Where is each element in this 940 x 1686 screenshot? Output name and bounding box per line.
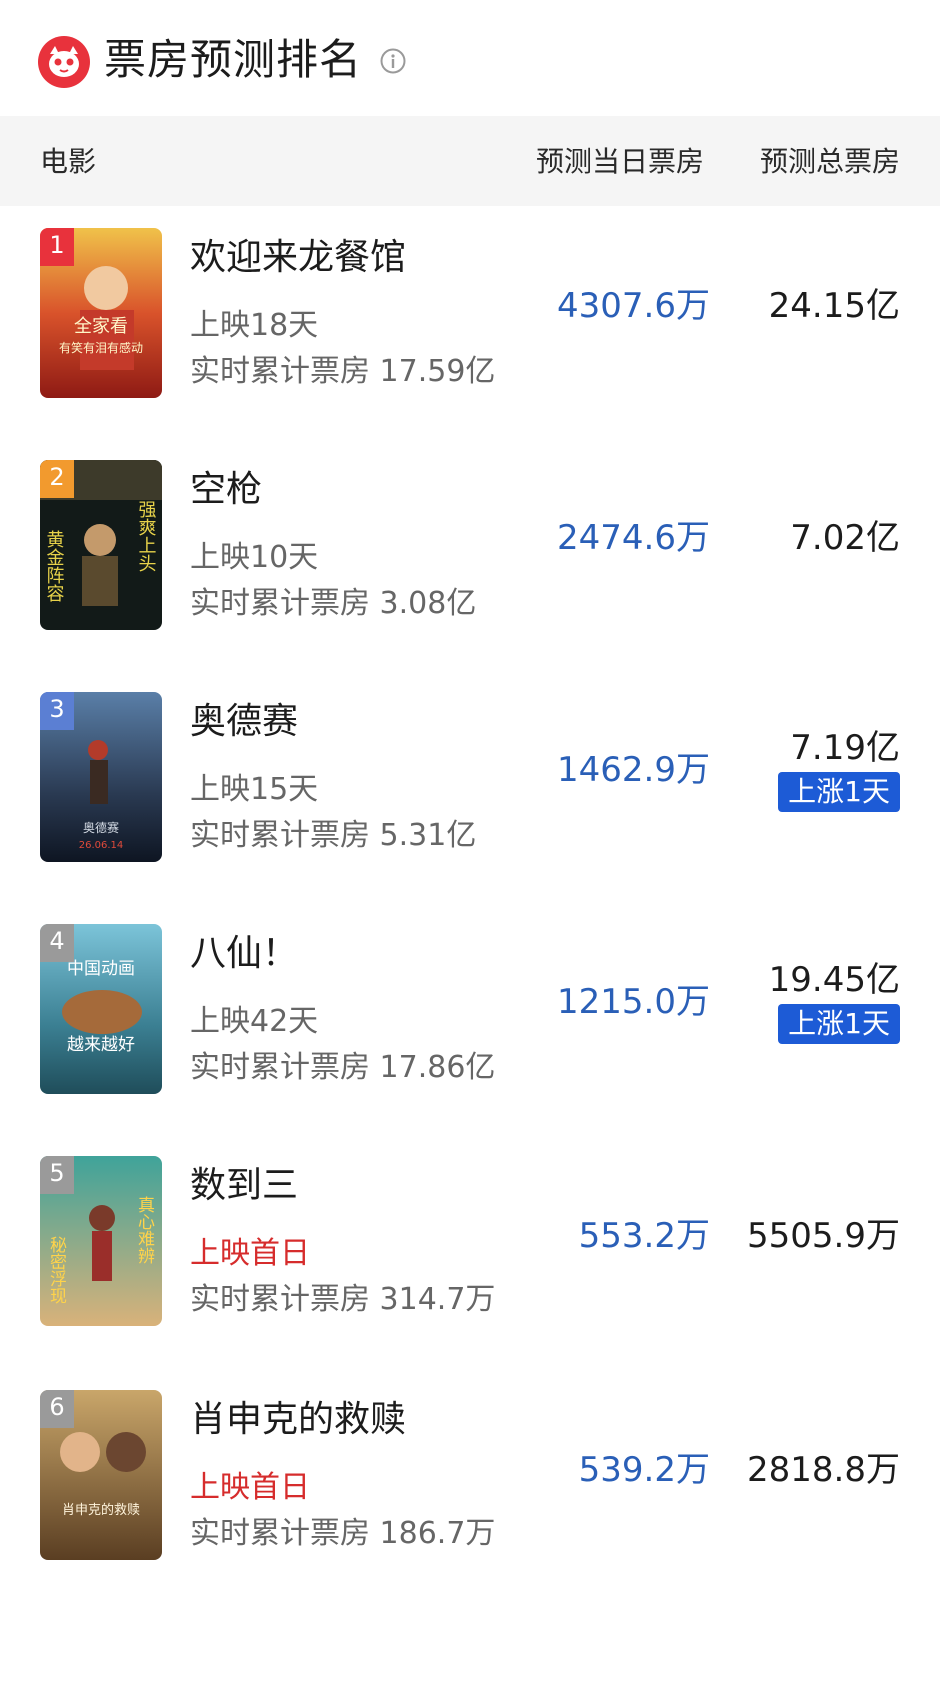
cumulative-box-office: 实时累计票房 17.86亿 bbox=[190, 1050, 496, 1085]
movie-title[interactable]: 奥德赛 bbox=[190, 698, 298, 746]
info-icon[interactable] bbox=[380, 48, 406, 74]
rise-tag: 上涨1天 bbox=[778, 772, 900, 812]
svg-text:秘密浮现: 秘密浮现 bbox=[46, 1236, 67, 1304]
total-forecast: 7.02亿 bbox=[790, 518, 900, 558]
movie-row[interactable]: 全家看 有笑有泪有感动 1 欢迎来龙餐馆 上映18天 实时累计票房 17.59亿… bbox=[0, 228, 940, 478]
release-days: 上映15天 bbox=[190, 772, 319, 807]
cumulative-box-office: 实时累计票房 5.31亿 bbox=[190, 818, 477, 853]
total-forecast: 19.45亿 bbox=[768, 960, 900, 1000]
day-forecast: 1462.9万 bbox=[557, 750, 710, 790]
movie-row[interactable]: 秘密浮现 真心难辨 5 数到三 上映首日 实时累计票房 314.7万 553.2… bbox=[0, 1156, 940, 1406]
rank-badge: 2 bbox=[40, 460, 74, 498]
svg-text:有笑有泪有感动: 有笑有泪有感动 bbox=[59, 340, 143, 355]
day-forecast: 539.2万 bbox=[578, 1450, 710, 1490]
svg-text:中国动画: 中国动画 bbox=[67, 959, 135, 979]
day-forecast: 4307.6万 bbox=[557, 286, 710, 326]
movie-title[interactable]: 欢迎来龙餐馆 bbox=[190, 234, 406, 282]
movie-title[interactable]: 肖申克的救赎 bbox=[190, 1396, 406, 1444]
total-forecast: 24.15亿 bbox=[768, 286, 900, 326]
maoyan-cat-logo-icon bbox=[38, 36, 90, 88]
poster-text: 全家看 bbox=[74, 316, 128, 337]
release-days: 上映18天 bbox=[190, 308, 319, 343]
day-forecast: 1215.0万 bbox=[557, 982, 710, 1022]
release-days: 上映42天 bbox=[190, 1004, 319, 1039]
svg-text:肖申克的救赎: 肖申克的救赎 bbox=[62, 1502, 140, 1518]
rank-badge: 4 bbox=[40, 924, 74, 962]
svg-text:强爽上头: 强爽上头 bbox=[136, 500, 157, 572]
movie-row[interactable]: 肖申克的救赎 6 肖申克的救赎 上映首日 实时累计票房 186.7万 539.2… bbox=[0, 1390, 940, 1640]
rank-badge: 5 bbox=[40, 1156, 74, 1194]
svg-text:黄金阵容: 黄金阵容 bbox=[44, 530, 65, 602]
column-header-movie: 电影 bbox=[40, 145, 97, 178]
table-header: 电影 预测当日票房 预测总票房 bbox=[0, 116, 940, 206]
movie-title[interactable]: 数到三 bbox=[190, 1162, 298, 1210]
page-header: 票房预测排名 bbox=[0, 0, 940, 116]
svg-text:26.06.14: 26.06.14 bbox=[79, 840, 124, 851]
movie-title[interactable]: 八仙！ bbox=[190, 930, 298, 978]
total-forecast: 5505.9万 bbox=[747, 1216, 900, 1256]
svg-text:真心难辨: 真心难辨 bbox=[134, 1196, 155, 1264]
svg-text:奥德赛: 奥德赛 bbox=[83, 820, 119, 835]
movie-title[interactable]: 空枪 bbox=[190, 466, 262, 514]
total-forecast: 7.19亿 bbox=[790, 728, 900, 768]
cumulative-box-office: 实时累计票房 17.59亿 bbox=[190, 354, 496, 389]
day-forecast: 2474.6万 bbox=[557, 518, 710, 558]
rise-tag: 上涨1天 bbox=[778, 1004, 900, 1044]
column-header-day-forecast[interactable]: 预测当日票房 bbox=[536, 144, 704, 180]
release-days: 上映10天 bbox=[190, 540, 319, 575]
day-forecast: 553.2万 bbox=[578, 1216, 710, 1256]
rank-badge: 1 bbox=[40, 228, 74, 266]
cumulative-box-office: 实时累计票房 314.7万 bbox=[190, 1282, 496, 1317]
column-header-total-forecast[interactable]: 预测总票房 bbox=[760, 144, 900, 180]
movie-row[interactable]: 奥德赛 26.06.14 3 奥德赛 上映15天 实时累计票房 5.31亿 14… bbox=[0, 692, 940, 942]
movie-row[interactable]: 黄金阵容 强爽上头 2 空枪 上映10天 实时累计票房 3.08亿 2474.6… bbox=[0, 460, 940, 710]
rank-badge: 6 bbox=[40, 1390, 74, 1428]
rank-badge: 3 bbox=[40, 692, 74, 730]
total-forecast: 2818.8万 bbox=[747, 1450, 900, 1490]
cumulative-box-office: 实时累计票房 186.7万 bbox=[190, 1516, 496, 1551]
movie-row[interactable]: 中国动画 越来越好 4 八仙！ 上映42天 实时累计票房 17.86亿 1215… bbox=[0, 924, 940, 1174]
cumulative-box-office: 实时累计票房 3.08亿 bbox=[190, 586, 477, 621]
page-title: 票房预测排名 bbox=[104, 35, 363, 84]
svg-text:越来越好: 越来越好 bbox=[67, 1035, 135, 1055]
release-days-first-day: 上映首日 bbox=[190, 1470, 310, 1505]
release-days-first-day: 上映首日 bbox=[190, 1236, 310, 1271]
